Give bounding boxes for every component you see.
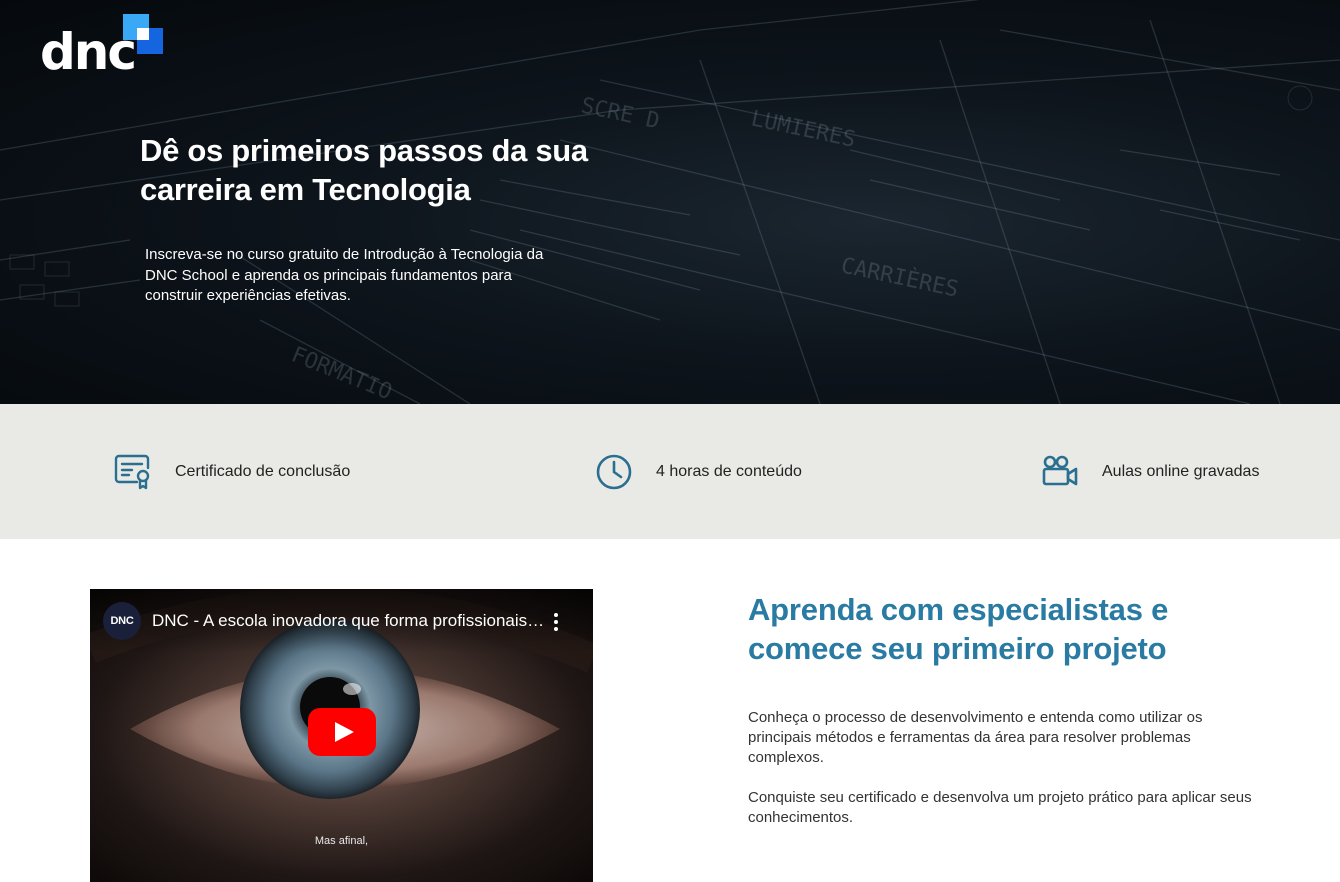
clock-icon <box>596 454 632 489</box>
youtube-play-button[interactable] <box>308 708 376 756</box>
video-caption: Mas afinal, <box>314 835 369 847</box>
certificate-icon <box>114 454 150 489</box>
svg-text:LUMIERES: LUMIERES <box>749 106 858 152</box>
hero-title: Dê os primeiros passos da sua carreira e… <box>140 133 588 207</box>
svg-text:FORMATIO: FORMATIO <box>288 342 396 404</box>
svg-text:SCRE D: SCRE D <box>579 93 662 134</box>
section-title: Aprenda com especialistas e comece seu p… <box>748 592 1169 666</box>
video-camera-icon <box>1042 455 1078 485</box>
dnc-logo[interactable]: dnc <box>40 14 168 78</box>
video-title[interactable]: DNC - A escola inovadora que forma profi… <box>152 611 552 631</box>
logo-text: dnc <box>40 23 137 81</box>
features-bar: Certificado de conclusão 4 horas de cont… <box>0 404 1340 539</box>
section-paragraph: Conheça o processo de desenvolvimento e … <box>748 709 1203 766</box>
feature-duration: 4 horas de conteúdo <box>594 404 802 539</box>
feature-label: Aulas online gravadas <box>1102 462 1260 480</box>
video-player[interactable]: DNC DNC - A escola inovadora que forma p… <box>90 589 593 882</box>
hero-banner: CARRIÈRES FORMATIO SCRE D LUMIERES dnc D… <box>0 0 1340 404</box>
channel-avatar[interactable]: DNC <box>103 602 141 640</box>
more-options-icon[interactable] <box>546 611 566 633</box>
logo-squares-icon <box>123 14 163 54</box>
svg-text:CARRIÈRES: CARRIÈRES <box>839 252 961 302</box>
section-paragraph: Conquiste seu certificado e desenvolva u… <box>748 789 1252 826</box>
feature-label: 4 horas de conteúdo <box>656 462 802 480</box>
feature-recorded-classes: Aulas online gravadas <box>1040 404 1259 539</box>
hero-subtitle: Inscreva-se no curso gratuito de Introdu… <box>145 246 544 304</box>
feature-certificate: Certificado de conclusão <box>113 404 350 539</box>
feature-label: Certificado de conclusão <box>175 462 351 480</box>
